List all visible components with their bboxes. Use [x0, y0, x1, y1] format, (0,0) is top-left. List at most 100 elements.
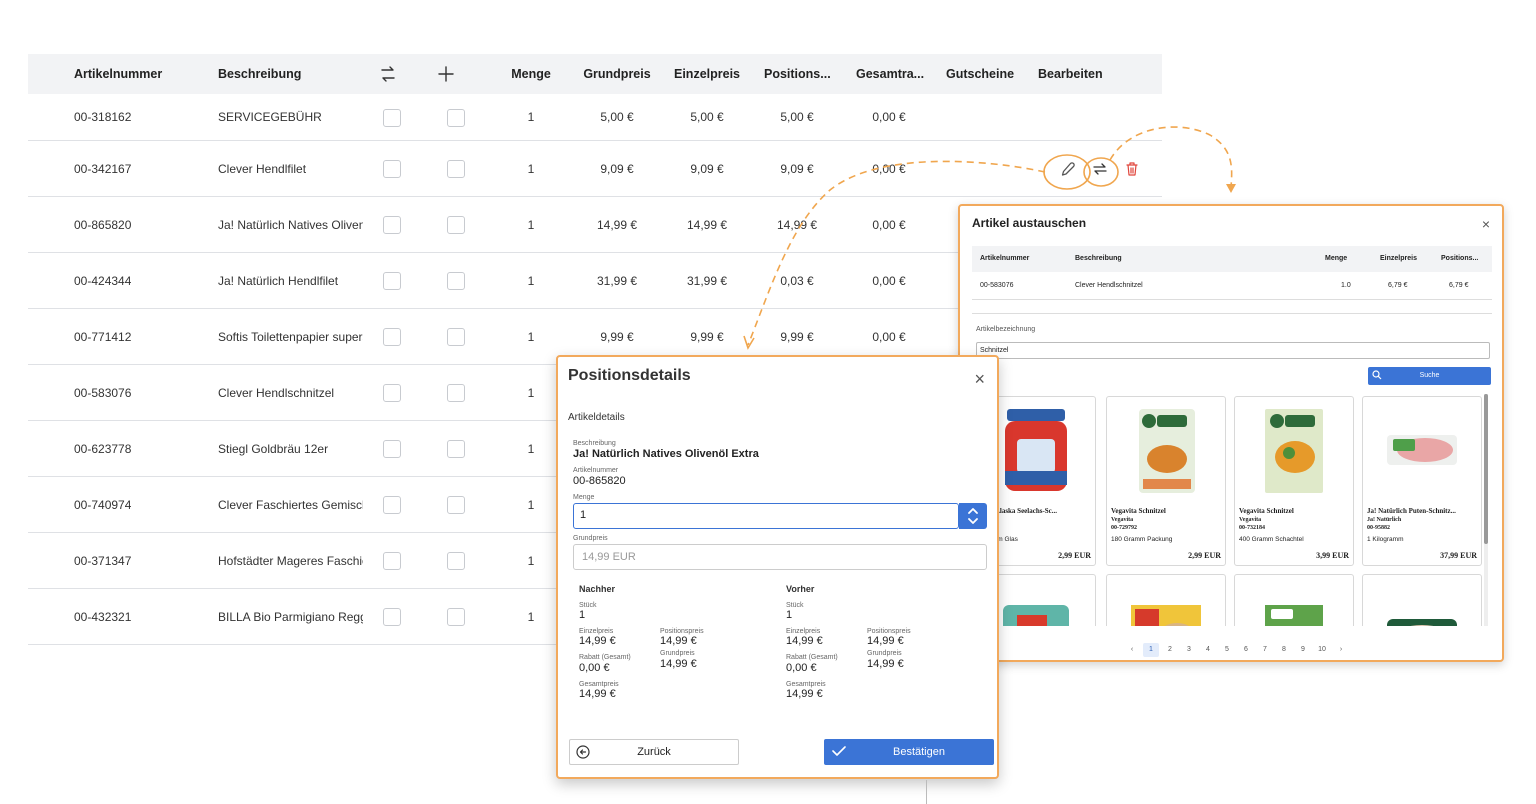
product-card[interactable]: Vegavita Schnitzel Vegavita 00-732184 40… — [1234, 396, 1354, 566]
after-stueck: 1 — [579, 609, 586, 621]
product-image-tray — [1387, 619, 1457, 626]
section-heading: Artikeldetails — [568, 412, 625, 423]
add-checkbox[interactable] — [447, 109, 465, 127]
after-grund-label: Grundpreis — [660, 650, 695, 657]
delete-icon[interactable] — [1122, 159, 1142, 179]
after-rabatt-label: Rabatt (Gesamt) — [579, 654, 631, 661]
header-menge[interactable]: Menge — [502, 54, 560, 94]
page-button[interactable]: 1 — [1143, 643, 1159, 657]
header-gesamtrabatt[interactable]: Gesamtra... — [856, 54, 924, 94]
product-card[interactable] — [1362, 574, 1482, 626]
cell-einzelpreis: 5,00 € — [690, 110, 724, 124]
product-brand: Ja! Natürlich — [1367, 517, 1402, 523]
menge-input[interactable]: 1 — [573, 503, 959, 529]
header-grundpreis[interactable]: Grundpreis — [582, 54, 652, 94]
page-button[interactable]: 4 — [1200, 643, 1216, 657]
add-checkbox[interactable] — [447, 216, 465, 234]
add-checkbox[interactable] — [447, 608, 465, 626]
swap-checkbox[interactable] — [383, 552, 401, 570]
page-button[interactable]: 7 — [1257, 643, 1273, 657]
product-card[interactable]: Vegavita Schnitzel Vegavita 00-729792 18… — [1106, 396, 1226, 566]
product-number: 00-732184 — [1239, 525, 1265, 531]
product-size: 180 Gramm Packung — [1111, 536, 1173, 543]
edit-icon[interactable] — [1058, 159, 1078, 179]
swap-checkbox[interactable] — [383, 328, 401, 346]
search-input[interactable]: Schnitzel — [976, 342, 1490, 359]
cell-artikelnummer: 00-623778 — [74, 442, 132, 456]
product-card[interactable]: Ja! Natürlich Puten-Schnitz... Ja! Natür… — [1362, 396, 1482, 566]
product-name: Vegavita Schnitzel — [1239, 507, 1294, 515]
header-gutscheine[interactable]: Gutscheine — [946, 54, 1014, 94]
swap-checkbox[interactable] — [383, 440, 401, 458]
back-button[interactable]: Zurück — [569, 739, 739, 765]
close-icon[interactable]: × — [1482, 216, 1490, 232]
quantity-stepper[interactable] — [959, 503, 987, 529]
table-row[interactable]: 00-583076 Clever Hendlschnitzel 1.0 6,79… — [972, 272, 1492, 300]
table-row[interactable]: 00-342167 Clever Hendlfilet 1 9,09 € 9,09 € 9… — [28, 141, 1162, 197]
product-card[interactable] — [1234, 574, 1354, 626]
scrollbar[interactable] — [1484, 394, 1488, 626]
next-page-button[interactable]: › — [1333, 643, 1349, 657]
header-einzelpreis[interactable]: Einzelpreis — [674, 54, 740, 94]
before-stueck-label: Stück — [786, 602, 804, 609]
swap-checkbox[interactable] — [383, 109, 401, 127]
swap-checkbox[interactable] — [383, 216, 401, 234]
artikelnummer-label: Artikelnummer — [573, 467, 619, 474]
swap-checkbox[interactable] — [383, 160, 401, 178]
prev-page-button[interactable]: ‹ — [1124, 643, 1140, 657]
cell-positionspreis: 6,79 € — [1449, 282, 1469, 289]
cell-menge: 1 — [527, 498, 535, 512]
row-actions — [1058, 141, 1142, 196]
back-button-label: Zurück — [637, 746, 671, 758]
page-button[interactable]: 10 — [1314, 643, 1330, 657]
page-button[interactable]: 8 — [1276, 643, 1292, 657]
after-ges-label: Gesamtpreis — [579, 681, 619, 688]
page-button[interactable]: 6 — [1238, 643, 1254, 657]
after-grund: 14,99 € — [660, 658, 697, 670]
cell-positionspreis: 14,99 € — [776, 218, 818, 232]
add-checkbox[interactable] — [447, 328, 465, 346]
add-checkbox[interactable] — [447, 552, 465, 570]
swap-checkbox[interactable] — [383, 384, 401, 402]
page-button[interactable]: 5 — [1219, 643, 1235, 657]
add-checkbox[interactable] — [447, 160, 465, 178]
page-button[interactable]: 3 — [1181, 643, 1197, 657]
swap-checkbox[interactable] — [383, 272, 401, 290]
pagination: ‹ 1 2 3 4 5 6 7 8 9 10 › — [1124, 643, 1349, 657]
page-button[interactable]: 2 — [1162, 643, 1178, 657]
add-checkbox[interactable] — [447, 272, 465, 290]
add-checkbox[interactable] — [447, 440, 465, 458]
header-positionspreis[interactable]: Positions... — [764, 54, 831, 94]
cell-grundpreis: 5,00 € — [600, 110, 634, 124]
cell-positionspreis: 0,03 € — [780, 274, 814, 288]
table-row[interactable]: 00-318162 SERVICEGEBÜHR 1 5,00 € 5,00 € 5,00 … — [28, 94, 1162, 141]
before-grund: 14,99 € — [867, 658, 904, 670]
cell-einzelpreis: 14,99 € — [686, 218, 728, 232]
cell-menge: 1 — [527, 554, 535, 568]
swap-checkbox[interactable] — [383, 496, 401, 514]
swap-checkbox[interactable] — [383, 608, 401, 626]
cell-menge: 1 — [527, 218, 535, 232]
confirm-button[interactable]: Bestätigen — [824, 739, 994, 765]
cell-beschreibung: Clever Faschiertes Gemisch — [218, 498, 363, 512]
product-price: 37,99 EUR — [1440, 551, 1477, 560]
cell-artikelnummer: 00-432321 — [74, 610, 132, 624]
cell-positionspreis: 5,00 € — [780, 110, 814, 124]
product-image-vegavita-box — [1255, 405, 1333, 497]
close-icon[interactable]: × — [974, 369, 985, 390]
swap-icon[interactable] — [1090, 159, 1110, 179]
table-header: Artikelnummer Beschreibung Menge Grundpr… — [28, 54, 1162, 94]
search-button[interactable]: Suche — [1368, 367, 1491, 385]
before-pos-label: Positionspreis — [867, 628, 911, 635]
header-beschreibung[interactable]: Beschreibung — [218, 54, 363, 94]
product-number: 00-729792 — [1111, 525, 1137, 531]
product-card[interactable] — [1106, 574, 1226, 626]
before-einzel-label: Einzelpreis — [786, 628, 821, 635]
page-button[interactable]: 9 — [1295, 643, 1311, 657]
cell-grundpreis: 14,99 € — [596, 218, 638, 232]
scrollbar-thumb[interactable] — [1484, 394, 1488, 544]
header-artikelnummer[interactable]: Artikelnummer — [74, 54, 162, 94]
add-checkbox[interactable] — [447, 384, 465, 402]
add-checkbox[interactable] — [447, 496, 465, 514]
cell-beschreibung: Hofstädter Mageres Faschie — [218, 554, 363, 568]
